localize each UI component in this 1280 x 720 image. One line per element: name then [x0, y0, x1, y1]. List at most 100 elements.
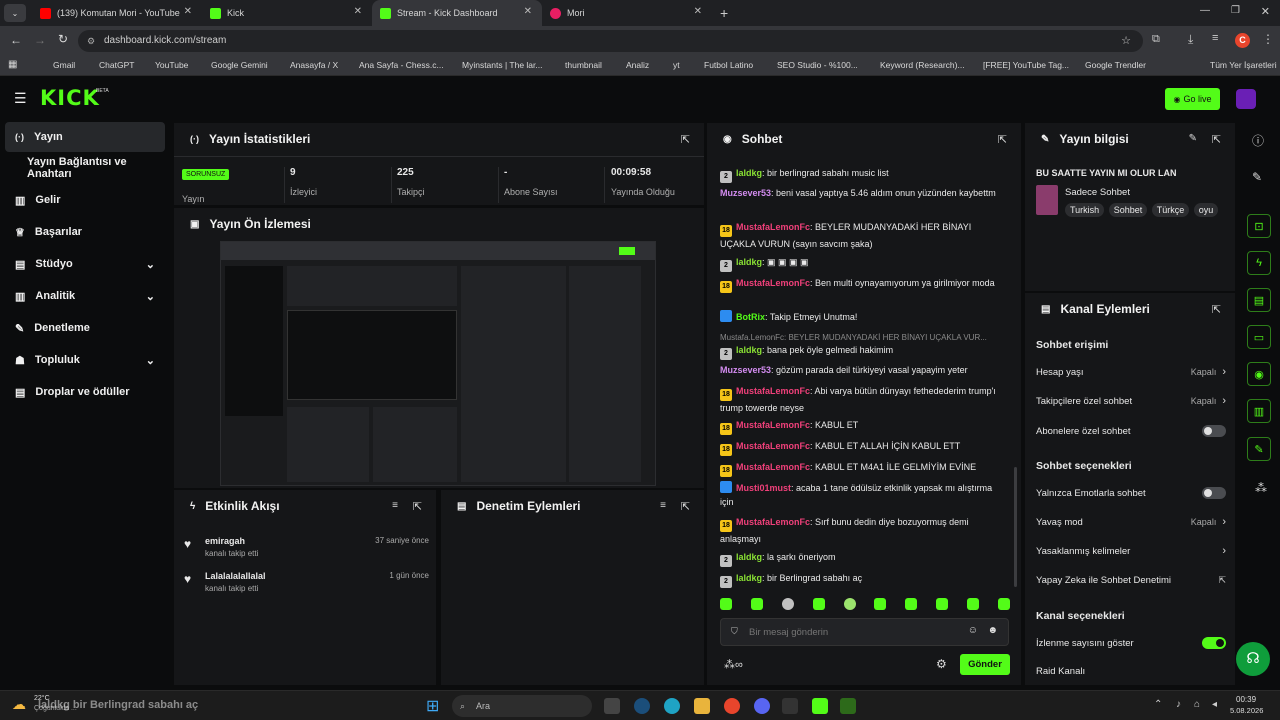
expand-icon[interactable]: ⇱ [1212, 303, 1221, 316]
bookmark-star-icon[interactable]: ☆ [1121, 30, 1131, 52]
clock-time[interactable]: 00:39 [1236, 695, 1256, 704]
volume-icon[interactable]: ◂ [1212, 699, 1217, 710]
profile-avatar[interactable]: C [1235, 33, 1250, 48]
channel-setting-row[interactable]: Yapay Zeka ile Sohbet Denetimi ⇱ [1036, 575, 1226, 586]
bookmark-x[interactable]: Anasayfa / X [290, 60, 338, 70]
bookmark-gemini[interactable]: Google Gemini [211, 60, 268, 70]
chat-username[interactable]: Muzsever53 [720, 365, 771, 375]
pencil-icon[interactable]: ✎ [1252, 170, 1262, 184]
edge-icon[interactable] [664, 698, 680, 714]
steam-icon[interactable] [634, 698, 650, 714]
expand-icon[interactable]: ⇱ [681, 133, 690, 146]
windows-start-icon[interactable]: ⊞ [426, 696, 439, 716]
emote-icon[interactable] [874, 598, 887, 610]
close-icon[interactable]: ✕ [524, 6, 532, 17]
chat-scrollbar[interactable] [1014, 467, 1017, 587]
close-icon[interactable]: ✕ [694, 6, 702, 17]
obs-icon[interactable] [840, 698, 856, 714]
close-icon[interactable]: ✕ [354, 6, 362, 17]
expand-icon[interactable]: ⇱ [1212, 133, 1221, 146]
browser-tab-kick[interactable]: Kick ✕ [202, 0, 372, 26]
setting-control[interactable]: Kapalı › [1191, 395, 1226, 407]
chat-username[interactable]: laldkg [736, 345, 762, 355]
reload-icon[interactable]: ↻ [58, 32, 68, 46]
info-icon[interactable]: ⓘ [1252, 132, 1264, 149]
taskbar-search[interactable]: ⌕ Ara [452, 695, 592, 717]
bookmark-chess[interactable]: Ana Sayfa - Chess.c... [359, 60, 444, 70]
emote-icon[interactable] [936, 598, 949, 610]
mic-icon[interactable]: ♪ [1176, 699, 1181, 710]
channel-setting-row[interactable]: Abonelere özel sohbet [1036, 425, 1226, 437]
chat-username[interactable]: MustafaLemonFc [736, 441, 810, 451]
channel-setting-row[interactable]: Raid Kanalı [1036, 666, 1226, 677]
kick-logo[interactable]: KICK [40, 86, 100, 110]
channel-setting-row[interactable]: Yalnızca Emotlarla sohbet [1036, 487, 1226, 499]
bookmark-trends[interactable]: Google Trendler [1085, 60, 1146, 70]
browser-menu-icon[interactable]: ⋮ [1262, 32, 1274, 46]
hamburger-menu-icon[interactable]: ☰ [14, 90, 27, 107]
chat-username[interactable]: BotRix [736, 312, 765, 322]
users-icon[interactable]: ⁂ [1255, 481, 1267, 495]
users-icon[interactable]: ⁂∞ [724, 658, 743, 671]
activity-user[interactable]: Lalalalalallalal [205, 571, 266, 581]
setting-control[interactable]: Kapalı › [1191, 366, 1226, 378]
chat-username[interactable]: MustafaLemonFc [736, 462, 810, 472]
browser-tab-dashboard[interactable]: Stream - Kick Dashboard ✕ [372, 0, 542, 26]
back-icon[interactable]: ← [10, 33, 22, 47]
toggle-switch[interactable] [1202, 487, 1226, 499]
channel-setting-row[interactable]: İzlenme sayısını göster [1036, 637, 1226, 649]
bookmark-youtube[interactable]: YouTube [155, 60, 188, 70]
bookmark-chatgpt[interactable]: ChatGPT [99, 60, 134, 70]
epic-games-icon[interactable] [782, 698, 798, 714]
setting-control[interactable] [1202, 487, 1226, 499]
media-icon[interactable]: ≡ [1212, 32, 1218, 44]
download-icon[interactable]: ⤓ [1188, 32, 1193, 47]
bookmark-seo[interactable]: SEO Studio - %100... [777, 60, 858, 70]
chat-username[interactable]: laldkg [736, 257, 762, 267]
bookmark-yt[interactable]: yt [673, 60, 680, 70]
tools-button[interactable]: ✎ [1247, 437, 1271, 461]
emote-icon[interactable] [781, 598, 794, 610]
emote-icon[interactable] [905, 598, 918, 610]
new-tab-button[interactable]: + [720, 5, 728, 21]
bookmark-gmail[interactable]: Gmail [53, 60, 75, 70]
send-button[interactable]: Gönder [960, 654, 1010, 675]
layout-button[interactable]: ▥ [1247, 399, 1271, 423]
filter-icon[interactable]: ≡ [660, 500, 666, 511]
nav-item-analytics[interactable]: ▥ Analitik ⌄ [5, 281, 165, 311]
task-view-icon[interactable] [604, 698, 620, 714]
nav-item-stream[interactable]: (·) Yayın [5, 122, 165, 152]
emote-icon[interactable] [843, 598, 856, 610]
maximize-button[interactable]: ❐ [1231, 5, 1240, 16]
chat-username[interactable]: laldkg [736, 168, 762, 178]
all-bookmarks[interactable]: Tüm Yer İşaretleri [1210, 60, 1277, 70]
channel-setting-row[interactable]: Yavaş mod Kapalı › [1036, 516, 1226, 528]
bookmark-youtube-tag[interactable]: [FREE] YouTube Tag... [983, 60, 1069, 70]
expand-icon[interactable]: ⇱ [681, 500, 690, 513]
channel-setting-row[interactable]: Hesap yaşı Kapalı › [1036, 366, 1226, 378]
close-icon[interactable]: ✕ [184, 6, 192, 17]
expand-icon[interactable]: ⇱ [998, 133, 1007, 146]
filter-icon[interactable]: ≡ [392, 500, 398, 511]
chat-input[interactable] [749, 624, 949, 640]
nav-item-moderation[interactable]: ✎ Denetleme [5, 313, 165, 343]
tag[interactable]: Turkish [1065, 203, 1105, 217]
chat-username[interactable]: Musti01must [736, 483, 791, 493]
nav-item-drops[interactable]: ▤ Droplar ve ödüller [5, 377, 165, 407]
gear-icon[interactable]: ⚙ [936, 657, 947, 671]
apps-icon[interactable]: ▦ [8, 59, 17, 70]
discord-icon[interactable] [754, 698, 770, 714]
emote-icon[interactable] [750, 598, 763, 610]
setting-control[interactable]: › [1222, 545, 1226, 557]
clip-button[interactable]: ⊡ [1247, 214, 1271, 238]
chat-username[interactable]: MustafaLemonFc [736, 517, 810, 527]
smiley-icon[interactable]: ☻ [987, 625, 998, 636]
chat-button[interactable]: ▭ [1247, 325, 1271, 349]
chrome-icon[interactable] [724, 698, 740, 714]
tag[interactable]: oyu [1193, 203, 1219, 217]
bookmark-keyword[interactable]: Keyword (Research)... [880, 60, 965, 70]
kick-app-icon[interactable] [812, 698, 828, 714]
edit-icon[interactable]: ✎ [1189, 133, 1197, 144]
network-icon[interactable]: ⌂ [1194, 699, 1200, 710]
setting-control[interactable] [1202, 425, 1226, 437]
